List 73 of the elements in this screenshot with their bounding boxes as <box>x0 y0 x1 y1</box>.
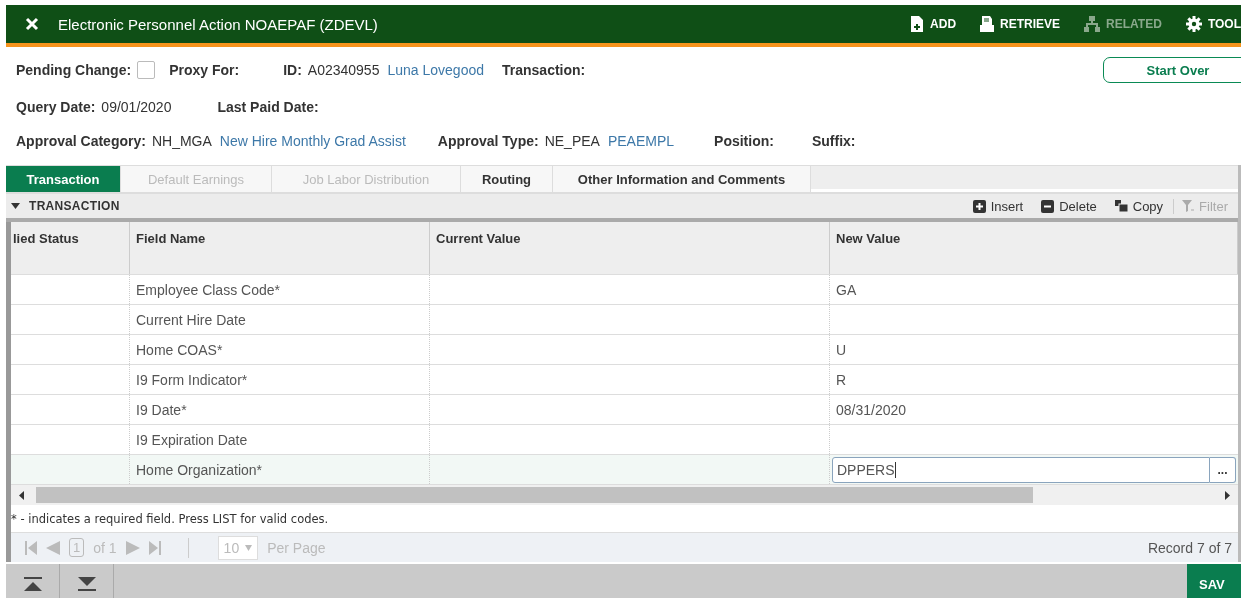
field-label: Last Paid Date: <box>217 99 319 115</box>
scroll-right-icon[interactable] <box>1225 490 1230 500</box>
plus-icon <box>972 199 986 213</box>
field-label: Position: <box>714 133 774 149</box>
horizontal-scrollbar[interactable] <box>11 485 1238 505</box>
table-cell: I9 Expiration Date <box>130 425 430 454</box>
filter-icon <box>1182 199 1195 213</box>
table-cell: Employee Class Code* <box>130 275 430 304</box>
field-label: Approval Type: <box>437 133 539 149</box>
table-cell: Current Hire Date <box>130 305 430 334</box>
approval-type-description: PEAEMPL <box>607 133 675 149</box>
toolbar-button[interactable]: Delete <box>1041 198 1097 214</box>
tab[interactable]: Other Information and Comments <box>553 166 811 192</box>
scroll-bottom-icon <box>77 577 96 591</box>
field-label: Suffix: <box>811 133 856 149</box>
tab[interactable]: Routing <box>461 166 553 192</box>
field-label: Approval Category: <box>16 133 146 149</box>
document-icon <box>980 16 995 32</box>
table-cell-text: R <box>835 370 848 390</box>
record-count: Record 7 of 7 <box>1147 539 1232 556</box>
per-page-label: Per Page <box>267 539 326 556</box>
field-label: Query Date: <box>16 99 96 115</box>
pending-change-checkbox[interactable] <box>137 61 156 79</box>
column-header[interactable]: lied Status <box>11 222 130 274</box>
scroll-left-icon[interactable] <box>19 490 24 500</box>
person-name: Luna Lovegood <box>387 62 484 78</box>
header-action-button[interactable]: ADD <box>910 5 957 43</box>
table-cell-text: GA <box>835 280 858 300</box>
table-cell: Home Organization* <box>130 455 430 484</box>
page-count: of 1 <box>93 539 117 556</box>
toolbar-button[interactable]: Copy <box>1114 198 1164 214</box>
scroll-top-icon <box>23 577 42 591</box>
new-value-field[interactable]: DPPERS <box>832 456 1210 483</box>
query-date-value: 09/01/2020 <box>101 99 172 115</box>
table-row[interactable]: Home Organization* DPPERS ... <box>11 455 1238 485</box>
table-cell-text: 08/31/2020 <box>835 400 908 420</box>
table-cell: Home COAS* <box>130 335 430 364</box>
field-label: ID: <box>283 62 302 78</box>
column-header[interactable]: Current Value <box>430 222 830 274</box>
caret-icon[interactable] <box>11 203 20 209</box>
table-cell: I9 Date* <box>130 395 430 424</box>
table-row[interactable]: Home COAS* U <box>11 335 1238 365</box>
save-button[interactable]: SAV <box>1187 564 1241 598</box>
toolbar-button[interactable]: Insert <box>972 198 1024 214</box>
approval-type-code: NE_PEA <box>544 133 600 149</box>
field-label: Pending Change: <box>16 62 132 78</box>
hierarchy-icon <box>1084 16 1101 32</box>
copy-icon <box>1114 200 1128 212</box>
table-row[interactable]: I9 Form Indicator* R <box>11 365 1238 395</box>
section-title: TRANSACTION <box>29 199 120 213</box>
close-icon <box>25 17 39 31</box>
table-cell-text: U <box>835 340 848 360</box>
table-row[interactable]: Employee Class Code* GA <box>11 275 1238 305</box>
gear-icon <box>1185 16 1202 32</box>
caret-icon <box>245 544 253 551</box>
table-cell: I9 Form Indicator* <box>130 365 430 394</box>
field-label: Transaction: <box>502 62 586 78</box>
table-row[interactable]: Current Hire Date <box>11 305 1238 335</box>
header-action-button[interactable]: TOOL <box>1185 5 1241 43</box>
lookup-button[interactable]: ... <box>1210 456 1236 483</box>
minus-icon <box>1041 199 1055 213</box>
window-title: Electronic Personnel Action NOAEPAF (ZDEVL) <box>58 15 378 33</box>
id-value: A02340955 <box>307 62 380 78</box>
table-row[interactable]: I9 Date* 08/31/2020 <box>11 395 1238 425</box>
tab[interactable]: Transaction <box>6 166 121 192</box>
column-header[interactable]: New Value <box>830 222 1238 274</box>
approval-category-description: New Hire Monthly Grad Assist <box>219 133 406 149</box>
field-label: Proxy For: <box>169 62 240 78</box>
start-over-button[interactable]: Start Over <box>1103 57 1241 83</box>
approval-category-code: NH_MGA <box>151 133 212 149</box>
column-header[interactable]: Field Name <box>130 222 430 274</box>
header-action-button[interactable]: RETRIEVE <box>980 5 1061 43</box>
add-document-icon <box>910 16 925 32</box>
